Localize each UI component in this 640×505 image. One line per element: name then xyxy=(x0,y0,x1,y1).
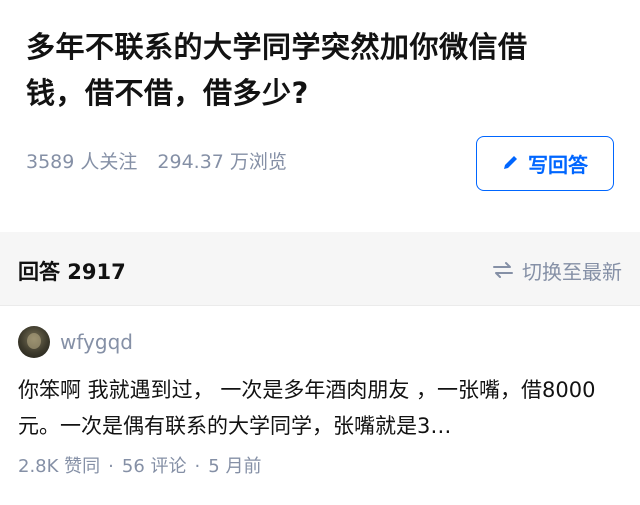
meta-separator: · xyxy=(194,456,201,477)
write-answer-label: 写回答 xyxy=(528,153,588,177)
answer-excerpt[interactable]: 你笨啊 我就遇到过， 一次是多年酒肉朋友 ，一张嘴，借8000元。一次是偶有联系… xyxy=(18,372,618,444)
author-row[interactable]: wfygqd xyxy=(18,326,133,358)
answer-meta: 2.8K 赞同 · 56 评论 · 5 月前 xyxy=(18,454,261,480)
meta-separator: · xyxy=(108,456,114,477)
author-name[interactable]: wfygqd xyxy=(60,327,133,357)
question-title[interactable]: 多年不联系的大学同学突然加你微信借钱，借不借，借多少? xyxy=(26,24,586,116)
pencil-icon xyxy=(502,152,520,176)
question-card: 多年不联系的大学同学突然加你微信借钱，借不借，借多少? 3589 人关注 294.… xyxy=(0,0,640,232)
section-divider xyxy=(0,232,640,240)
question-stats: 3589 人关注 294.37 万浏览 xyxy=(26,148,287,176)
views-count: 294.37 万浏览 xyxy=(157,151,287,173)
write-answer-button[interactable]: 写回答 xyxy=(476,136,614,191)
answer-count: 回答 2917 xyxy=(18,260,126,284)
sort-label: 切换至最新 xyxy=(522,260,622,284)
sort-toggle[interactable]: 切换至最新 xyxy=(492,257,622,287)
comment-count: 56 评论 xyxy=(121,456,187,477)
answers-header: 回答 2917 切换至最新 xyxy=(0,240,640,306)
answer-item[interactable]: wfygqd 你笨啊 我就遇到过， 一次是多年酒肉朋友 ，一张嘴，借8000元。… xyxy=(0,306,640,505)
post-time: 5 月前 xyxy=(208,456,262,477)
swap-arrows-icon xyxy=(492,257,514,287)
avatar[interactable] xyxy=(18,326,50,358)
like-count: 2.8K 赞同 xyxy=(18,456,101,477)
followers-count: 3589 人关注 xyxy=(26,151,138,173)
